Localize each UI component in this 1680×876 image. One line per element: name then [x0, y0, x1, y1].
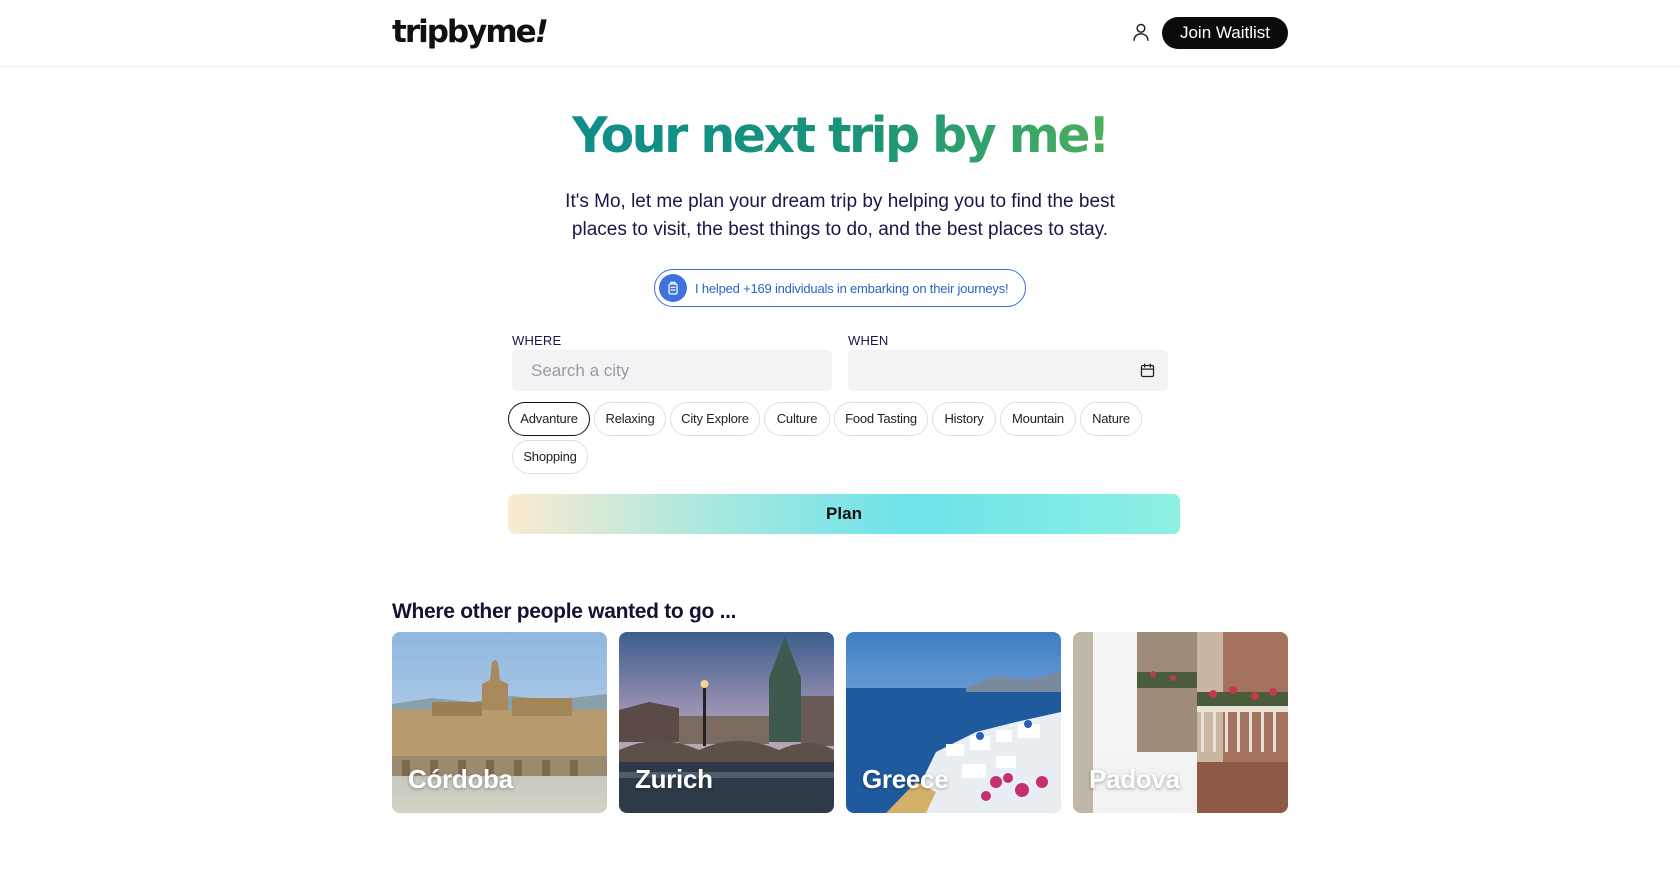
page-title: Your next trip by me! — [0, 104, 1680, 168]
destination-card-padova[interactable]: Padova — [1073, 632, 1288, 813]
interest-chip-relaxing[interactable]: Relaxing — [594, 402, 666, 436]
luggage-icon — [659, 274, 687, 302]
date-picker-field[interactable] — [848, 350, 1168, 391]
destination-label: Zurich — [635, 764, 713, 794]
user-icon[interactable] — [1130, 21, 1152, 43]
logo[interactable]: tripbyme! — [392, 14, 549, 50]
logo-bang: ! — [534, 14, 549, 50]
when-label: WHEN — [848, 333, 889, 348]
page-title-text: Your next trip by me! — [572, 107, 1110, 164]
destinations-title: Where other people wanted to go ... — [392, 600, 737, 623]
social-proof-badge: I helped +169 individuals in embarking o… — [654, 269, 1026, 307]
interest-chip-nature[interactable]: Nature — [1080, 402, 1142, 436]
interest-chip-history[interactable]: History — [932, 402, 996, 436]
city-search-input[interactable] — [512, 350, 832, 391]
hero-subtitle: It's Mo, let me plan your dream trip by … — [565, 191, 1115, 240]
where-label: WHERE — [512, 333, 562, 348]
join-waitlist-button[interactable]: Join Waitlist — [1162, 17, 1288, 49]
badge-text: I helped +169 individuals in embarking o… — [695, 280, 1009, 296]
interest-chip-advanture[interactable]: Advanture — [508, 402, 590, 436]
interest-chip-city-explore[interactable]: City Explore — [670, 402, 760, 436]
destination-label: Padova — [1089, 764, 1180, 794]
calendar-icon[interactable] — [1139, 362, 1156, 379]
interest-chip-mountain[interactable]: Mountain — [1000, 402, 1076, 436]
destination-card-greece[interactable]: Greece — [846, 632, 1061, 813]
interest-chip-food-tasting[interactable]: Food Tasting — [834, 402, 928, 436]
plan-button[interactable]: Plan — [508, 494, 1180, 534]
destination-label: Córdoba — [408, 764, 513, 794]
destination-card-cordoba[interactable]: Córdoba — [392, 632, 607, 813]
interest-chip-culture[interactable]: Culture — [764, 402, 830, 436]
interest-chip-shopping[interactable]: Shopping — [512, 440, 588, 474]
site-header: tripbyme! Join Waitlist — [0, 0, 1680, 67]
destination-card-zurich[interactable]: Zurich — [619, 632, 834, 813]
logo-text: tripbyme — [392, 14, 537, 50]
destination-label: Greece — [862, 764, 949, 794]
